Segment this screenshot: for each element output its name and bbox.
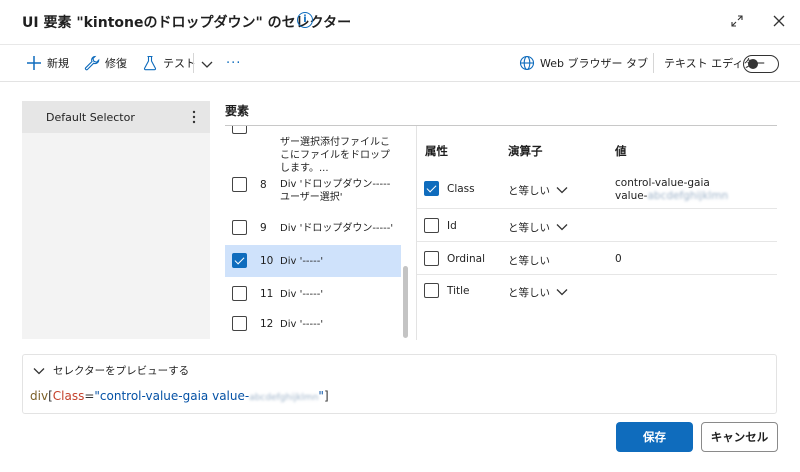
chevron-down-icon[interactable] — [556, 186, 568, 194]
chevron-down-icon — [33, 367, 45, 374]
browser-tab-button[interactable]: Web ブラウザー タブ — [519, 45, 648, 81]
operator-text: と等しい — [508, 255, 550, 267]
preview-label: セレクターをプレビューする — [53, 365, 190, 377]
code-attribute: Class — [52, 389, 85, 403]
attribute-value-line: value-abcdefghijklmn — [615, 190, 728, 203]
chevron-down-icon[interactable] — [199, 56, 215, 72]
attribute-value-text: value- — [615, 190, 648, 202]
element-text: Div '-----' — [280, 319, 324, 330]
element-number: 11 — [260, 288, 274, 300]
close-icon[interactable] — [772, 14, 786, 28]
element-checkbox[interactable] — [232, 126, 247, 134]
more-vertical-icon[interactable] — [192, 110, 196, 124]
wrench-icon — [84, 55, 100, 71]
globe-icon — [519, 55, 535, 71]
attribute-value[interactable]: control-value-gaia value-abcdefghijklmn — [615, 177, 728, 203]
info-icon[interactable]: i — [297, 12, 313, 28]
repair-button-label: 修復 — [105, 57, 127, 70]
element-number: 8 — [260, 179, 267, 191]
value-column-header: 値 — [615, 144, 627, 158]
toolbar: 新規 修復 テスト ··· Web ブラウザー タブ テキスト エディター — [0, 44, 800, 82]
attribute-name: Ordinal — [447, 253, 485, 265]
operator-select[interactable]: と等しい — [508, 183, 550, 198]
operator-select[interactable]: と等しい — [508, 220, 550, 235]
code-value: "control-value-gaia value- — [94, 389, 250, 403]
element-list-scrollbar[interactable] — [401, 126, 409, 340]
cancel-button[interactable]: キャンセル — [701, 422, 778, 452]
new-button-label: 新規 — [47, 57, 69, 70]
repair-button[interactable]: 修復 — [84, 45, 127, 81]
attribute-value[interactable]: 0 — [615, 253, 622, 266]
attribute-row-title: Title と等しい — [417, 276, 777, 308]
toolbar-divider — [653, 53, 654, 73]
browser-tab-label: Web ブラウザー タブ — [540, 57, 648, 70]
preview-toggle[interactable]: セレクターをプレビューする — [33, 363, 189, 378]
redacted-text: abcdefghijklmn — [647, 190, 729, 202]
attribute-column-header: 属性 — [425, 144, 448, 158]
element-row[interactable]: 12 Div '-----' — [225, 311, 401, 340]
chevron-down-icon[interactable] — [556, 288, 568, 296]
selector-item[interactable]: Default Selector — [22, 101, 210, 133]
redacted-text: abcdefghijklmn — [249, 393, 319, 403]
test-button-label: テスト — [163, 57, 196, 70]
save-button[interactable]: 保存 — [616, 422, 693, 452]
selector-code: div[Class="control-value-gaia value-abcd… — [30, 389, 329, 403]
new-button[interactable]: 新規 — [26, 45, 69, 81]
element-row[interactable]: 9 Div 'ドロップダウン-----' — [225, 212, 401, 244]
operator-column-header: 演算子 — [508, 144, 543, 158]
flask-icon — [143, 55, 157, 71]
selector-item-label: Default Selector — [46, 111, 135, 124]
code-equals: = — [84, 389, 95, 403]
element-checkbox[interactable] — [232, 286, 247, 301]
selector-preview: セレクターをプレビューする div[Class="control-value-g… — [22, 354, 777, 414]
element-text: Div '-----' — [280, 289, 324, 300]
toggle-knob — [748, 59, 758, 69]
elements-heading: 要素 — [225, 104, 250, 118]
selector-list-panel: Default Selector — [22, 101, 210, 339]
attribute-row-id: Id と等しい — [417, 210, 777, 242]
element-row-selected[interactable]: 10 Div '-----' — [225, 245, 401, 277]
element-row[interactable]: 11 Div '-----' — [225, 278, 401, 310]
element-checkbox[interactable] — [232, 316, 247, 331]
expand-icon[interactable] — [730, 14, 744, 28]
plus-icon — [27, 56, 41, 70]
text-editor-toggle[interactable] — [743, 55, 779, 73]
attribute-value-line: control-value-gaia — [615, 177, 710, 189]
element-text: Div 'ドロップダウン-----' — [280, 223, 394, 234]
attribute-name: Title — [447, 285, 470, 297]
element-row[interactable]: 8 Div 'ドロップダウン-----ユーザー選択' — [225, 170, 401, 210]
chevron-down-icon[interactable] — [556, 223, 568, 231]
code-tag: div — [30, 389, 49, 403]
selector-dialog: UI 要素 "kintoneのドロップダウン" のセレクター i 新規 修復 テ… — [0, 0, 800, 472]
code-bracket: ] — [323, 389, 329, 403]
attribute-checkbox[interactable] — [424, 251, 439, 266]
attribute-checkbox[interactable] — [424, 218, 439, 233]
element-number: 10 — [260, 255, 274, 267]
element-checkbox[interactable] — [232, 220, 247, 235]
element-number: 12 — [260, 318, 274, 330]
element-text: Div '-----' — [280, 256, 324, 267]
element-checkbox[interactable] — [232, 177, 247, 192]
toolbar-divider — [193, 53, 194, 73]
attribute-name: Id — [447, 220, 457, 232]
attribute-checkbox[interactable] — [424, 283, 439, 298]
attribute-name: Class — [447, 183, 475, 195]
attribute-row-ordinal: Ordinal と等しい 0 — [417, 243, 777, 275]
element-row[interactable]: ザー選択添付ファイルここにファイルをドロップします。... — [225, 126, 401, 174]
attribute-checkbox[interactable] — [424, 181, 439, 196]
test-button[interactable]: テスト — [142, 45, 196, 81]
element-number: 9 — [260, 222, 267, 234]
scrollbar-thumb[interactable] — [403, 266, 408, 338]
attribute-row-class: Class と等しい control-value-gaia value-abcd… — [417, 171, 777, 209]
more-options-button[interactable]: ··· — [226, 45, 241, 81]
element-text: Div 'ドロップダウン-----ユーザー選択' — [280, 179, 391, 203]
title-bar: UI 要素 "kintoneのドロップダウン" のセレクター i — [0, 0, 800, 44]
operator-select[interactable]: と等しい — [508, 285, 550, 300]
element-checkbox[interactable] — [232, 253, 247, 268]
element-list: ザー選択添付ファイルここにファイルをドロップします。... 8 Div 'ドロッ… — [225, 126, 411, 340]
